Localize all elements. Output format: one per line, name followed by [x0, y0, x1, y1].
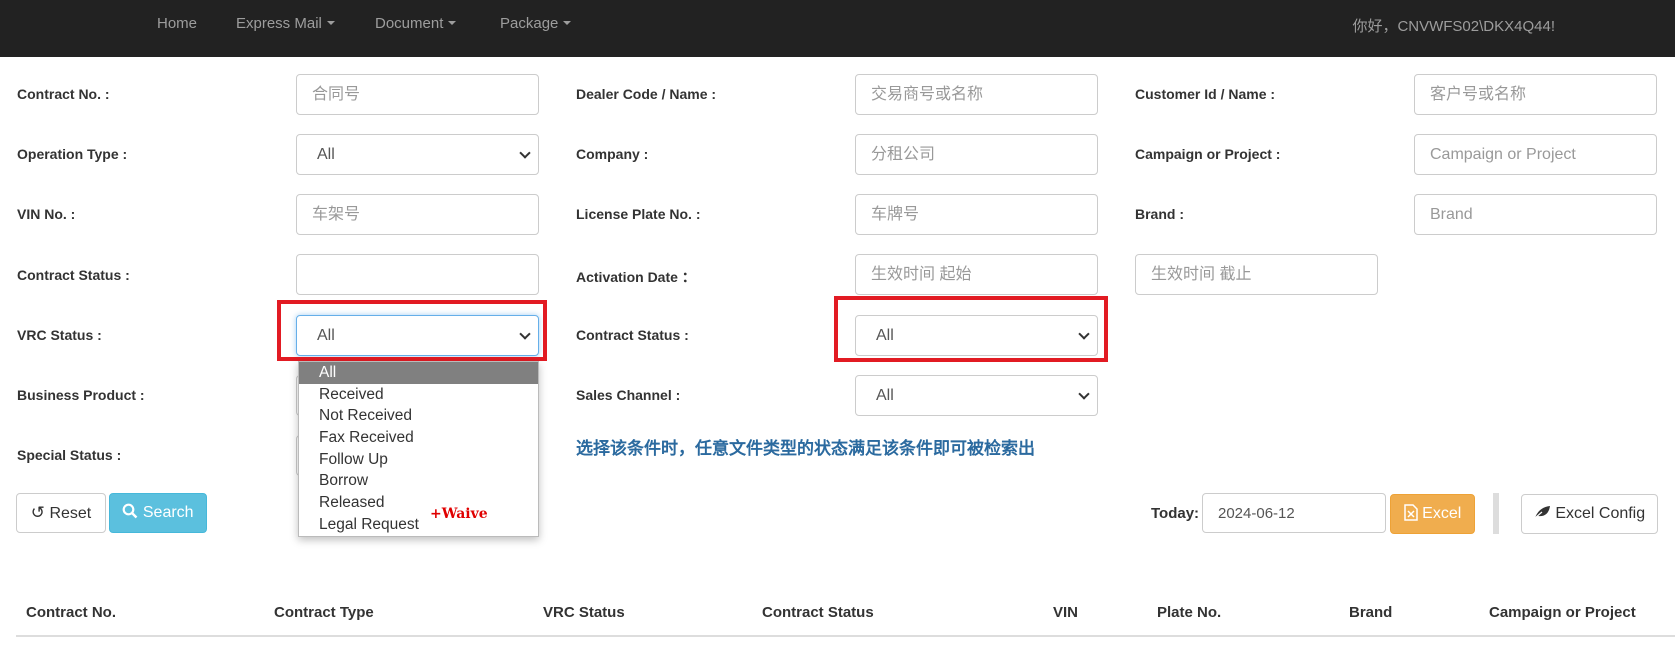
col-header-campaign[interactable]: Campaign or Project [1489, 604, 1636, 621]
chevron-down-icon [1078, 388, 1090, 400]
excel-label: Excel [1422, 505, 1462, 522]
reset-button[interactable]: ↺ Reset [16, 493, 106, 533]
vrc-status-highlight-box [277, 300, 547, 361]
reset-icon: ↺ [30, 503, 45, 522]
nav-package-label: Package [500, 15, 559, 32]
customer-label: Customer Id / Name : [1135, 86, 1276, 102]
contract-status-top-select[interactable] [296, 254, 539, 295]
campaign-input[interactable] [1414, 134, 1657, 175]
special-status-label: Special Status : [17, 447, 122, 463]
caret-down-icon [326, 21, 335, 25]
dropdown-option-legal-request[interactable]: Legal Request [299, 514, 538, 536]
reset-label: Reset [49, 505, 92, 522]
contract-no-input[interactable] [296, 74, 539, 115]
brand-label: Brand : [1135, 206, 1184, 222]
dropdown-option-released[interactable]: Released [299, 492, 538, 514]
excel-file-icon [1403, 504, 1418, 521]
dropdown-option-all[interactable]: All [299, 362, 538, 384]
today-date-input[interactable] [1202, 493, 1386, 533]
vin-input[interactable] [296, 194, 539, 235]
nav-home[interactable]: Home [157, 15, 197, 32]
waive-annotation: +Waive [430, 506, 488, 522]
contract-status-label: Contract Status : [576, 327, 689, 343]
excel-config-button[interactable]: Excel Config [1521, 494, 1658, 534]
col-header-brand[interactable]: Brand [1349, 604, 1392, 621]
dropdown-option-received[interactable]: Received [299, 384, 538, 406]
activation-date-start-input[interactable] [855, 254, 1098, 295]
customer-input[interactable] [1414, 74, 1657, 115]
contract-status-highlight-box [834, 296, 1108, 362]
caret-down-icon [448, 21, 457, 25]
sales-channel-select[interactable]: All [855, 375, 1098, 416]
brand-input[interactable] [1414, 194, 1657, 235]
search-button[interactable]: Search [109, 493, 207, 533]
col-header-contract-status[interactable]: Contract Status [762, 604, 874, 621]
nav-package[interactable]: Package [500, 15, 572, 32]
excel-config-label: Excel Config [1555, 505, 1646, 522]
nav-document-label: Document [375, 15, 444, 32]
dropdown-option-fax-received[interactable]: Fax Received [299, 427, 538, 449]
activation-date-label: Activation Date ： [576, 269, 696, 285]
col-header-vrc-status[interactable]: VRC Status [543, 604, 625, 621]
nav-express-mail[interactable]: Express Mail [236, 15, 335, 32]
contract-no-label: Contract No. : [17, 86, 110, 102]
search-label: Search [142, 504, 194, 521]
caret-down-icon [563, 21, 572, 25]
today-label: Today: [1151, 505, 1200, 522]
dropdown-option-borrow[interactable]: Borrow [299, 470, 538, 492]
operation-type-select[interactable]: All [296, 134, 539, 175]
vrc-status-label: VRC Status : [17, 327, 102, 343]
sales-channel-label: Sales Channel : [576, 387, 681, 403]
license-plate-label: License Plate No. : [576, 206, 701, 222]
business-product-label: Business Product : [17, 387, 145, 403]
vertical-divider [1493, 493, 1499, 534]
nav-document[interactable]: Document [375, 15, 457, 32]
company-label: Company : [576, 146, 649, 162]
operation-type-label: Operation Type : [17, 146, 128, 162]
dropdown-option-not-received[interactable]: Not Received [299, 405, 538, 427]
table-header-divider [16, 635, 1675, 637]
dealer-label: Dealer Code / Name : [576, 86, 717, 102]
col-header-plate-no[interactable]: Plate No. [1157, 604, 1221, 621]
search-icon [123, 503, 138, 519]
user-greeting: 你好，CNVWFS02\DKX4Q44! [1352, 18, 1555, 35]
dropdown-option-follow-up[interactable]: Follow Up [299, 449, 538, 471]
top-navbar: Home Express Mail Document Package 你好，CN… [0, 0, 1675, 57]
chevron-down-icon [519, 147, 531, 159]
excel-button[interactable]: Excel [1390, 494, 1475, 534]
operation-type-value: All [317, 146, 335, 163]
sales-channel-value: All [876, 387, 894, 404]
vin-label: VIN No. : [17, 206, 76, 222]
leaf-icon [1534, 506, 1550, 519]
vrc-status-dropdown-list: All Received Not Received Fax Received F… [298, 361, 539, 537]
contract-status-top-label: Contract Status : [17, 267, 130, 283]
company-input[interactable] [855, 134, 1098, 175]
col-header-vin[interactable]: VIN [1053, 604, 1078, 621]
dealer-input[interactable] [855, 74, 1098, 115]
license-plate-input[interactable] [855, 194, 1098, 235]
col-header-contract-type[interactable]: Contract Type [274, 604, 374, 621]
col-header-contract-no[interactable]: Contract No. [26, 604, 116, 621]
activation-date-end-input[interactable] [1135, 254, 1378, 295]
nav-express-mail-label: Express Mail [236, 15, 322, 32]
campaign-label: Campaign or Project : [1135, 146, 1281, 162]
search-condition-note: 选择该条件时，任意文件类型的状态满足该条件即可被检索出 [576, 439, 1035, 458]
